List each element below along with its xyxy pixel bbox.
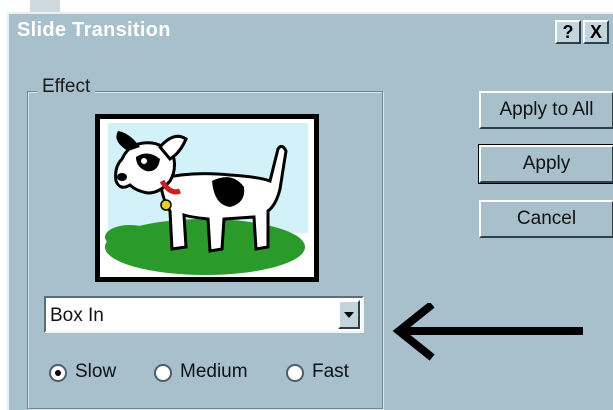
cancel-button[interactable]: Cancel — [479, 200, 613, 238]
effect-group-label: Effect — [37, 76, 96, 98]
close-button[interactable]: X — [583, 20, 609, 44]
effect-dropdown-value: Box In — [50, 305, 104, 326]
speed-label-medium: Medium — [180, 361, 248, 382]
preview-image — [100, 119, 314, 277]
slide-transition-dialog: Slide Transition ? X Effect Box In Slow … — [7, 12, 613, 410]
effect-preview — [95, 114, 319, 282]
help-button[interactable]: ? — [555, 20, 581, 44]
speed-label-fast: Fast — [312, 361, 349, 382]
chevron-down-icon[interactable] — [338, 300, 360, 329]
left-arrow-annotation — [392, 303, 583, 361]
radio-icon[interactable] — [154, 364, 172, 382]
apply-button[interactable]: Apply — [479, 145, 613, 183]
title-bar[interactable]: Slide Transition ? X — [9, 14, 613, 50]
apply-to-all-button[interactable]: Apply to All — [479, 91, 613, 129]
dog-illustration — [100, 119, 314, 277]
speed-label-slow: Slow — [75, 361, 117, 382]
radio-icon[interactable] — [286, 364, 304, 382]
dialog-title: Slide Transition — [17, 19, 171, 41]
effect-dropdown[interactable]: Box In — [44, 296, 364, 333]
radio-icon[interactable] — [49, 364, 67, 382]
